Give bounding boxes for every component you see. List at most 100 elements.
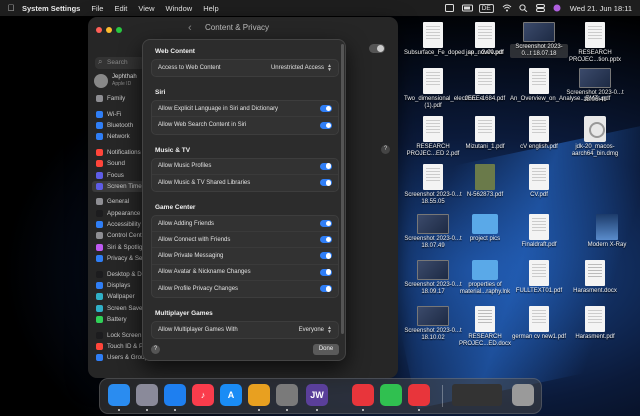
desktop-file[interactable]: N-562873.pdf bbox=[456, 164, 514, 199]
toggle-switch[interactable] bbox=[320, 285, 332, 293]
dock-chrome-icon[interactable] bbox=[248, 384, 270, 406]
siri-icon[interactable] bbox=[553, 4, 562, 12]
dock-finder-icon[interactable] bbox=[108, 384, 130, 406]
toggle-switch[interactable] bbox=[320, 252, 332, 260]
sidebar-item-users-groups[interactable]: Users & Groups bbox=[92, 352, 151, 363]
sidebar-item-general[interactable]: General bbox=[92, 196, 148, 207]
desktop-file[interactable]: german cv new1.pdf bbox=[510, 306, 568, 341]
sidebar-item-lock-screen[interactable]: Lock Screen bbox=[92, 329, 148, 340]
desktop-file[interactable]: An_Overview_on_Analyse...EMTs.pdf bbox=[510, 68, 610, 103]
help-button[interactable]: ? bbox=[151, 345, 160, 354]
desktop-file[interactable]: RESEARCH PROJEC...ED.docx bbox=[456, 306, 514, 348]
dock-anydesk-2-icon[interactable] bbox=[408, 384, 430, 406]
desktop-file[interactable]: RESEARCH PROJEC...ED 2.pdf bbox=[404, 116, 462, 158]
done-button[interactable]: Done bbox=[313, 344, 339, 355]
sidebar-item-siri-spotlight[interactable]: Siri & Spotlight bbox=[92, 242, 148, 253]
search-icon[interactable] bbox=[519, 4, 528, 13]
toggle-switch[interactable] bbox=[320, 236, 332, 244]
dock-safari-icon[interactable] bbox=[164, 384, 186, 406]
back-arrow-icon[interactable]: ‹ bbox=[188, 22, 192, 34]
toggle-switch[interactable] bbox=[320, 162, 332, 170]
minimize-button[interactable] bbox=[106, 27, 112, 33]
desktop-file[interactable]: Mizutani_1.pdf bbox=[456, 116, 514, 151]
desktop-file[interactable]: Subsurface_Fe_doped_se....GaN.pdf bbox=[404, 22, 503, 57]
sidebar-item-control-centre[interactable]: Control Centre bbox=[92, 230, 148, 241]
menu-help[interactable]: Help bbox=[203, 4, 218, 13]
dock-window-preview-icon[interactable] bbox=[452, 384, 502, 406]
desktop-file[interactable]: jdk-20_macos-aarch64_bin.dmg bbox=[566, 116, 624, 158]
menu-window[interactable]: Window bbox=[166, 4, 193, 13]
input-source-badge[interactable]: DE bbox=[478, 3, 494, 13]
sidebar-item-bluetooth[interactable]: Bluetooth bbox=[92, 120, 148, 131]
sidebar-item-desktop-dock[interactable]: Desktop & Dock bbox=[92, 268, 151, 279]
sidebar-item-displays[interactable]: Displays bbox=[92, 280, 148, 291]
wifi-icon[interactable] bbox=[502, 4, 512, 12]
desktop-file[interactable]: Screenshot 2023-0...t 18.10.02 bbox=[404, 306, 462, 342]
toggle-switch[interactable] bbox=[320, 220, 332, 228]
apple-menu-icon[interactable]:  bbox=[0, 3, 22, 13]
sidebar-item-wi-fi[interactable]: Wi-Fi bbox=[92, 108, 148, 119]
desktop-file[interactable]: Screenshot 2023-0...t 18.06.49 bbox=[566, 68, 624, 104]
setting-label: Allow Adding Friends bbox=[158, 220, 215, 227]
desktop-file[interactable]: Harasment.pdf bbox=[566, 306, 624, 341]
sidebar-item-accessibility[interactable]: Accessibility bbox=[92, 219, 148, 230]
desktop-file[interactable]: project pics bbox=[456, 214, 514, 243]
toggle-switch[interactable] bbox=[320, 105, 332, 113]
desktop-file[interactable]: Finaldraft.pdf bbox=[510, 214, 568, 249]
sidebar-item-screen-time[interactable]: Screen Time bbox=[92, 180, 148, 193]
sidebar-item-family[interactable]: Family bbox=[92, 93, 148, 104]
menu-view[interactable]: View bbox=[138, 4, 154, 13]
screen-record-icon[interactable] bbox=[444, 4, 454, 12]
account-row[interactable]: Jephthah Apple ID bbox=[94, 74, 146, 88]
running-indicator bbox=[418, 409, 420, 411]
close-button[interactable] bbox=[96, 27, 102, 33]
desktop-file[interactable]: properties of material...raphy.lnk bbox=[456, 260, 514, 296]
toggle-switch[interactable] bbox=[320, 268, 332, 276]
desktop-file[interactable]: CV.pdf bbox=[510, 164, 568, 199]
popup-select[interactable]: Everyone ▲ ▼ bbox=[299, 326, 332, 335]
dock-trash-icon[interactable] bbox=[512, 384, 534, 406]
desktop-file[interactable]: Screenshot 2023-0...t 18.55.05 bbox=[404, 164, 462, 206]
sidebar-item-focus[interactable]: Focus bbox=[92, 169, 148, 180]
battery-icon[interactable] bbox=[461, 4, 473, 12]
menu-app-name[interactable]: System Settings bbox=[22, 4, 80, 13]
desktop-file[interactable]: Screenshot 2023-0...t 18.09.17 bbox=[404, 260, 462, 296]
dock-launchpad-icon[interactable] bbox=[136, 384, 158, 406]
dock-app-store-icon[interactable]: A bbox=[220, 384, 242, 406]
screen-time-icon bbox=[96, 182, 103, 190]
dock-anydesk-icon[interactable] bbox=[352, 384, 374, 406]
sidebar-item-wallpaper[interactable]: Wallpaper bbox=[92, 291, 148, 302]
sidebar-search-input[interactable]: Search bbox=[95, 56, 145, 69]
desktop-file[interactable]: jap_nov00.pdf bbox=[456, 22, 514, 57]
zoom-button[interactable] bbox=[116, 27, 122, 33]
desktop-file[interactable]: Two_dimensional_electron...e (1).pdf bbox=[404, 68, 483, 110]
popup-select[interactable]: Unrestricted Access ▲ ▼ bbox=[271, 64, 332, 73]
sidebar-item-notifications[interactable]: Notifications bbox=[92, 147, 148, 158]
menu-datetime[interactable]: Wed 21. Jun 18:11 bbox=[570, 4, 632, 13]
dock-music-icon[interactable]: ♪ bbox=[192, 384, 214, 406]
sidebar-item-sound[interactable]: Sound bbox=[92, 158, 148, 169]
desktop-file[interactable]: cV english.pdf bbox=[510, 116, 568, 151]
desktop-file[interactable]: RESEARCH PROJEC...tion.pptx bbox=[566, 22, 624, 64]
dock-facetime-icon[interactable] bbox=[380, 384, 402, 406]
desktop-file[interactable]: Screenshot 2023-0...t 18.07.18 bbox=[510, 22, 568, 58]
sheet-scrollbar[interactable] bbox=[341, 44, 344, 334]
sidebar-item-battery[interactable]: Battery bbox=[92, 314, 148, 325]
toggle-switch[interactable] bbox=[320, 121, 332, 129]
dock-jw-library-icon[interactable]: JW bbox=[306, 384, 328, 406]
sidebar-item-screen-saver[interactable]: Screen Saver bbox=[92, 303, 148, 314]
menu-edit[interactable]: Edit bbox=[114, 4, 127, 13]
dock-system-settings-icon[interactable] bbox=[276, 384, 298, 406]
toggle-switch[interactable] bbox=[320, 179, 332, 187]
sidebar-item-touch-id-password[interactable]: Touch ID & Password bbox=[92, 341, 166, 352]
desktop-file[interactable]: Screenshot 2023-0...t 18.07.49 bbox=[404, 214, 462, 250]
desktop-file[interactable]: Modern X-Ray bbox=[578, 214, 636, 249]
control-centre-icon[interactable] bbox=[535, 4, 545, 12]
desktop-file[interactable]: JEEE-1684.pdf bbox=[456, 68, 514, 103]
sidebar-item-privacy-security[interactable]: Privacy & Security bbox=[92, 253, 157, 264]
desktop-file[interactable]: FULLTEXT01.pdf bbox=[510, 260, 568, 295]
menu-file[interactable]: File bbox=[91, 4, 103, 13]
sidebar-item-appearance[interactable]: Appearance bbox=[92, 208, 148, 219]
desktop-file[interactable]: Harasment.docx bbox=[566, 260, 624, 295]
sidebar-item-network[interactable]: Network bbox=[92, 131, 148, 142]
